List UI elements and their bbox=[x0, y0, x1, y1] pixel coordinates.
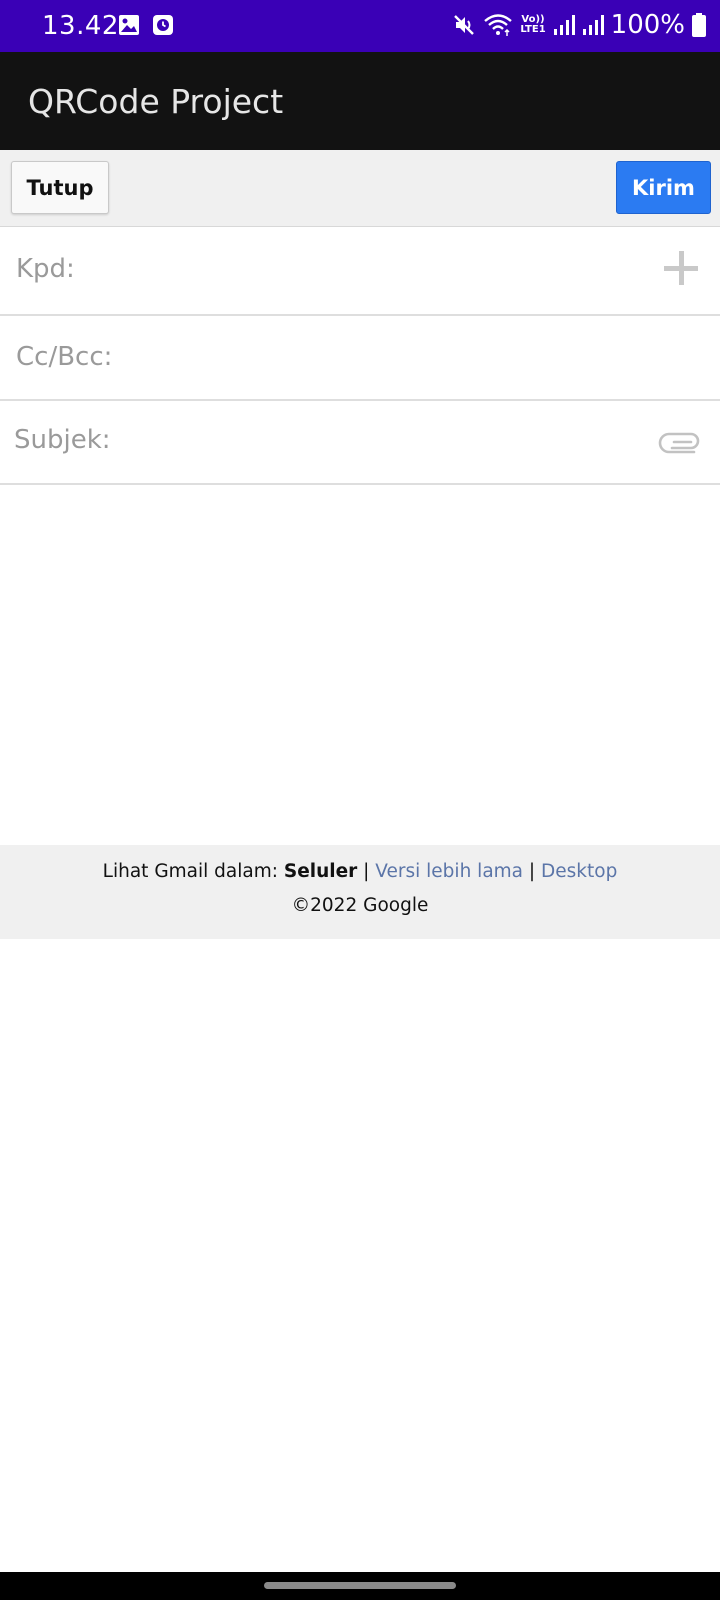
footer-view-links: Lihat Gmail dalam: Seluler | Versi lebih… bbox=[0, 861, 720, 882]
home-handle[interactable] bbox=[264, 1582, 456, 1589]
lte-label: LTE1 bbox=[520, 24, 546, 35]
close-button[interactable]: Tutup bbox=[11, 161, 109, 214]
compose-toolbar: Tutup Kirim bbox=[0, 150, 720, 227]
page-title: QRCode Project bbox=[28, 82, 284, 121]
cc-bcc-field[interactable]: Cc/Bcc: bbox=[0, 316, 720, 401]
signal-icon bbox=[553, 15, 575, 35]
subject-label: Subjek: bbox=[14, 425, 111, 455]
cc-bcc-label: Cc/Bcc: bbox=[16, 342, 113, 372]
paperclip-icon[interactable] bbox=[658, 428, 702, 454]
to-field[interactable]: Kpd: bbox=[0, 227, 720, 316]
status-time: 13.42 bbox=[42, 11, 119, 41]
status-bar: 13.42 Vo)) LTE1 100% bbox=[0, 0, 720, 52]
to-label: Kpd: bbox=[16, 254, 75, 284]
system-nav-bar bbox=[0, 1572, 720, 1600]
view-prefix: Lihat Gmail dalam: bbox=[102, 861, 278, 882]
battery-icon bbox=[692, 13, 706, 37]
app-bar: QRCode Project bbox=[0, 52, 720, 150]
view-mobile: Seluler bbox=[283, 861, 358, 882]
view-desktop-link[interactable]: Desktop bbox=[541, 861, 617, 882]
status-left-icons bbox=[118, 14, 174, 36]
copyright: ©2022 Google bbox=[291, 895, 429, 916]
separator: | bbox=[528, 861, 536, 882]
clock-app-icon bbox=[153, 15, 173, 35]
footer: Lihat Gmail dalam: Seluler | Versi lebih… bbox=[0, 845, 720, 939]
signal-icon bbox=[582, 15, 604, 35]
battery-percent: 100% bbox=[610, 10, 685, 40]
separator: | bbox=[363, 861, 370, 882]
message-body[interactable] bbox=[0, 485, 720, 845]
subject-field[interactable]: Subjek: bbox=[0, 401, 720, 485]
plus-icon[interactable] bbox=[662, 249, 700, 287]
view-older-link[interactable]: Versi lebih lama bbox=[375, 861, 523, 882]
mute-icon bbox=[454, 15, 475, 35]
volte-icon: Vo)) LTE1 bbox=[520, 15, 545, 35]
wifi-icon bbox=[484, 14, 513, 36]
status-right-icons: Vo)) LTE1 100% bbox=[452, 10, 706, 40]
send-button[interactable]: Kirim bbox=[616, 161, 711, 214]
image-icon bbox=[119, 15, 139, 35]
